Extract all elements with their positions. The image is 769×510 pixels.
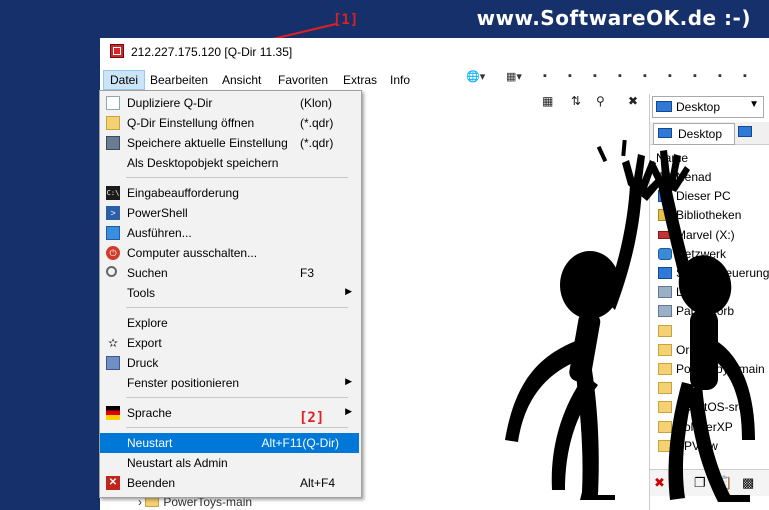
menu-ansicht[interactable]: Ansicht — [216, 71, 267, 89]
menu-item-neustart[interactable]: Neustart Alt+F11(Q-Dir) — [100, 433, 359, 453]
zoom-icon[interactable]: ⚲ — [596, 94, 605, 108]
export-icon: ✫ — [107, 336, 119, 350]
menu-item-label: Q-Dir Einstellung öffnen — [127, 116, 255, 130]
menu-item-label: Druck — [127, 356, 159, 370]
power-icon: ⏻ — [106, 246, 120, 260]
save-icon — [106, 136, 120, 150]
menu-item-shortcut: F3 — [300, 266, 315, 280]
menu-item-label: Eingabeaufforderung — [127, 186, 239, 200]
title-bar: 212.227.175.120 [Q-Dir 11.35] — [100, 38, 769, 66]
app-icon — [110, 44, 124, 58]
menu-item-shortcut: (Klon) — [300, 96, 333, 110]
menu-item-ausf-hren[interactable]: Ausführen... — [100, 223, 359, 243]
view-3-icon[interactable]: ▪ — [593, 70, 597, 82]
doc-icon — [106, 96, 120, 110]
view-9-icon[interactable]: ▪ — [743, 70, 747, 82]
view-4-icon[interactable]: ▪ — [618, 70, 622, 82]
menu-item-fenster-positionieren[interactable]: Fenster positionieren ▶ — [100, 373, 359, 393]
submenu-arrow-icon: ▶ — [345, 406, 352, 416]
desktop-icon — [658, 128, 672, 138]
menu-item-shortcut: (*.qdr) — [300, 136, 334, 150]
globe-icon[interactable]: 🌐▾ — [466, 70, 485, 83]
menu-item-eingabeaufforderung[interactable]: C:\ Eingabeaufforderung — [100, 183, 359, 203]
menu-item-label: Export — [127, 336, 162, 350]
view-7-icon[interactable]: ▪ — [693, 70, 697, 82]
menu-info[interactable]: Info — [384, 71, 416, 89]
menu-item-label: Tools — [127, 286, 156, 300]
menu-item-shortcut: Alt+F4 — [300, 476, 336, 490]
menu-item-q-dir-einstellung-ffnen[interactable]: Q-Dir Einstellung öffnen (*.qdr) — [100, 113, 359, 133]
menu-item-label: Dupliziere Q-Dir — [127, 96, 213, 110]
menu-item-neustart-als-admin[interactable]: Neustart als Admin — [100, 453, 359, 473]
menu-separator — [126, 177, 348, 178]
menu-item-label: Explore — [127, 316, 168, 330]
printer-icon — [106, 356, 120, 370]
menu-separator — [126, 307, 348, 308]
menu-bearbeiten[interactable]: Bearbeiten — [144, 71, 214, 89]
close-pane-icon[interactable]: ✖ — [628, 94, 638, 108]
search-icon — [106, 266, 117, 277]
run-icon — [106, 226, 120, 240]
folder-icon — [106, 116, 120, 130]
cmd-icon: C:\ — [106, 186, 120, 200]
tab-2-icon[interactable] — [738, 126, 752, 137]
view-2-icon[interactable]: ▪ — [568, 70, 572, 82]
menu-item-computer-ausschalten[interactable]: ⏻ Computer ausschalten... — [100, 243, 359, 263]
menu-item-label: Computer ausschalten... — [127, 246, 258, 260]
menu-extras[interactable]: Extras — [337, 71, 383, 89]
menu-item-label: Neustart — [127, 436, 173, 450]
sync-icon[interactable]: ⇅ — [571, 94, 581, 108]
datei-dropdown-menu: Dupliziere Q-Dir (Klon) Q-Dir Einstellung … — [99, 90, 362, 498]
flag-icon — [106, 406, 120, 420]
grid-icon[interactable]: ▦ — [542, 94, 553, 108]
high-five-figures-illustration — [505, 140, 755, 502]
menu-item-shortcut: Alt+F11(Q-Dir) — [261, 436, 339, 450]
address-combo[interactable]: Desktop ▼ — [652, 96, 764, 118]
menu-item-label: Suchen — [127, 266, 168, 280]
menu-favoriten[interactable]: Favoriten — [272, 71, 334, 89]
desktop-icon — [656, 101, 672, 112]
menu-item-als-desktopobjekt-speichern[interactable]: Als Desktopobjekt speichern — [100, 153, 359, 173]
chevron-down-icon[interactable]: ▼ — [749, 99, 759, 110]
menu-item-label: Speichere aktuelle Einstellung — [127, 136, 288, 150]
menu-item-beenden[interactable]: ✕ Beenden Alt+F4 — [100, 473, 359, 493]
address-label: Desktop — [676, 100, 721, 114]
menu-item-label: Neustart als Admin — [127, 456, 228, 470]
menu-item-suchen[interactable]: Suchen F3 — [100, 263, 359, 283]
view-6-icon[interactable]: ▪ — [668, 70, 672, 82]
menu-item-label: Sprache — [127, 406, 172, 420]
menu-item-druck[interactable]: Druck — [100, 353, 359, 373]
submenu-arrow-icon: ▶ — [345, 376, 352, 386]
tab-label: Desktop — [678, 127, 723, 141]
menu-item-label: PowerShell — [127, 206, 188, 220]
menu-separator — [126, 397, 348, 398]
menu-separator — [126, 427, 348, 428]
menu-item-label: Als Desktopobjekt speichern — [127, 156, 279, 170]
view-8-icon[interactable]: ▪ — [718, 70, 722, 82]
view-1-icon[interactable]: ▪ — [543, 70, 547, 82]
menu-item-explore[interactable]: Explore — [100, 313, 359, 333]
menu-item-label: Ausführen... — [127, 226, 192, 240]
submenu-arrow-icon: ▶ — [345, 286, 352, 296]
menu-item-powershell[interactable]: > PowerShell — [100, 203, 359, 223]
powershell-icon: > — [106, 206, 120, 220]
annotation-marker-2: [2] — [299, 410, 325, 426]
menu-item-speichere-aktuelle-einstellung[interactable]: Speichere aktuelle Einstellung (*.qdr) — [100, 133, 359, 153]
layout-icon[interactable]: ▦▾ — [506, 70, 522, 83]
menu-item-dupliziere-q-dir[interactable]: Dupliziere Q-Dir (Klon) — [100, 93, 359, 113]
menu-item-shortcut: (*.qdr) — [300, 116, 334, 130]
menu-item-tools[interactable]: Tools ▶ — [100, 283, 359, 303]
menu-datei[interactable]: Datei — [103, 70, 146, 90]
window-title: 212.227.175.120 [Q-Dir 11.35] — [131, 45, 293, 59]
menu-item-label: Fenster positionieren — [127, 376, 240, 390]
view-5-icon[interactable]: ▪ — [643, 70, 647, 82]
menu-item-label: Beenden — [127, 476, 176, 490]
close-icon: ✕ — [106, 476, 120, 490]
menu-item-export[interactable]: ✫ Export — [100, 333, 359, 353]
